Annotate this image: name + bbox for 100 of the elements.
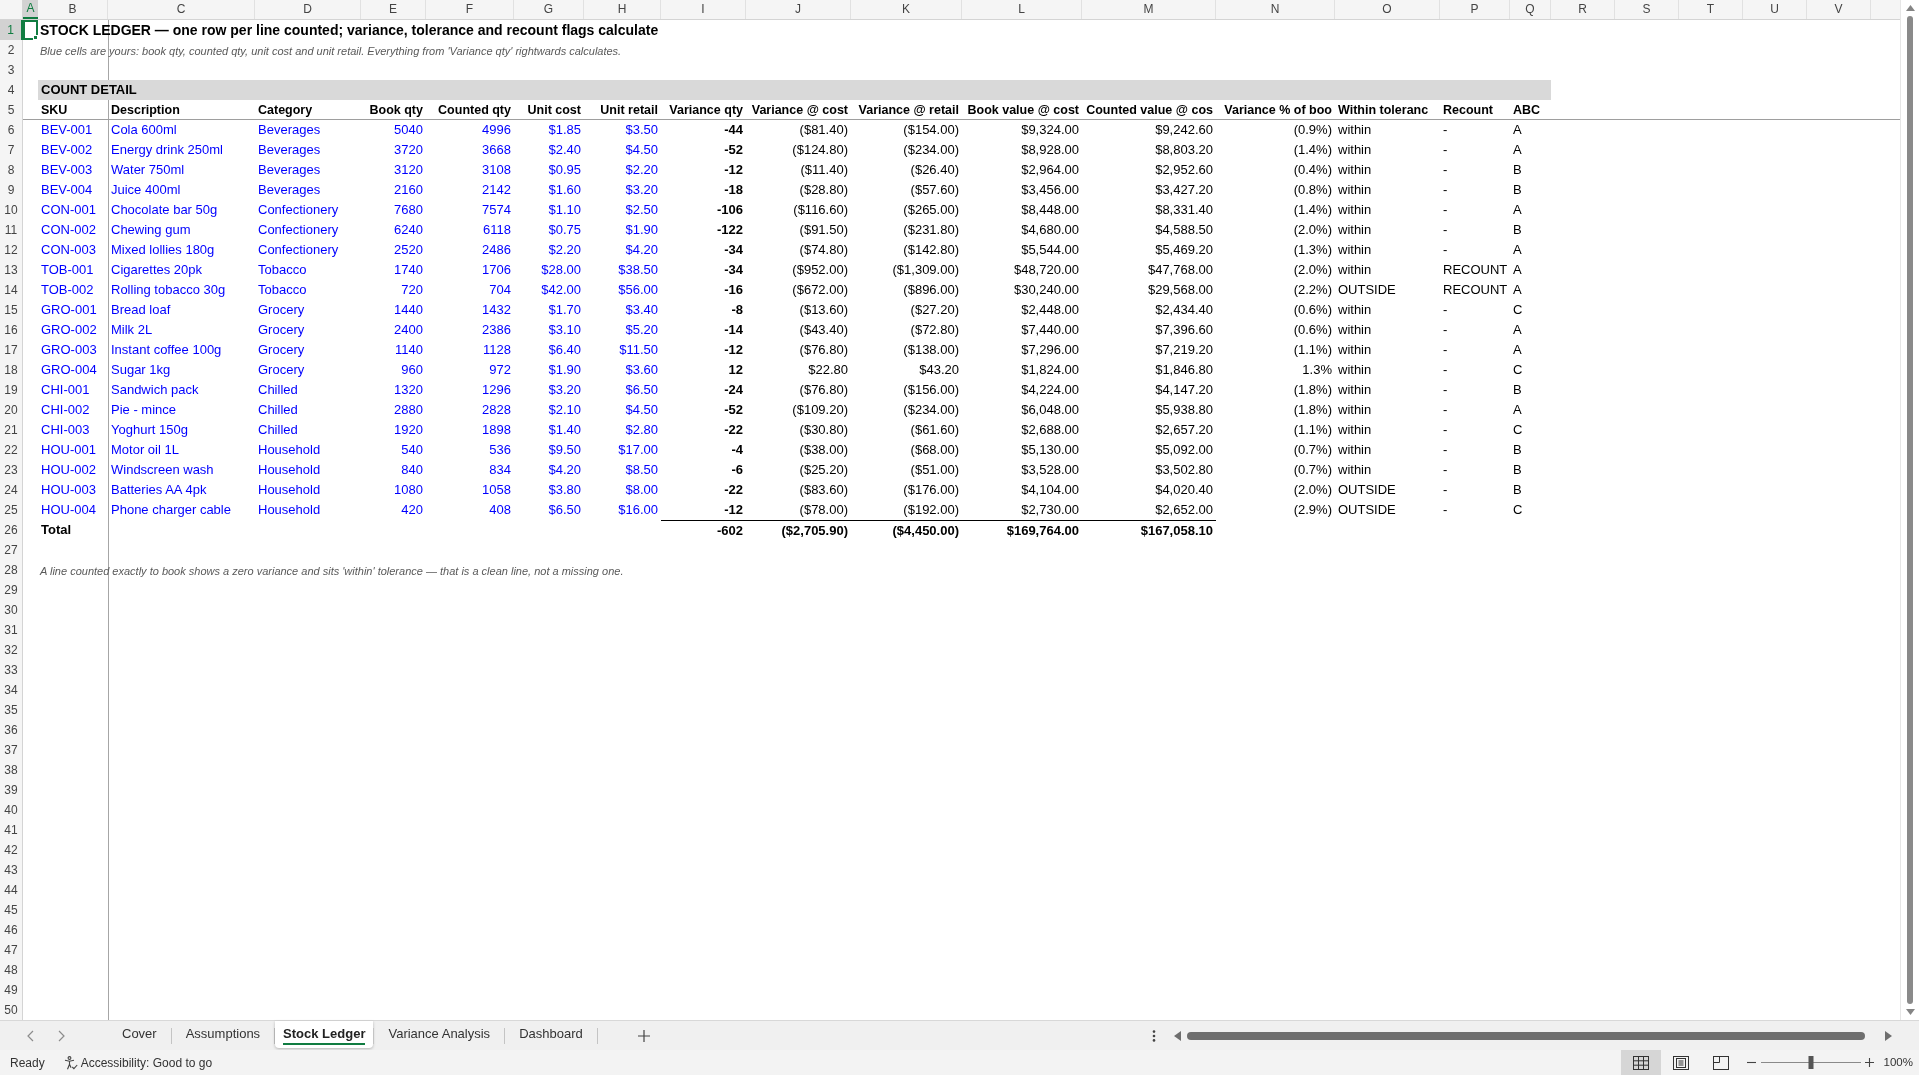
accessibility-button[interactable]: Accessibility: Good to go (63, 1053, 213, 1072)
chevron-left-icon[interactable] (27, 1029, 34, 1042)
sheet-tab[interactable]: Dashboard (505, 1021, 597, 1048)
row-number[interactable]: 37 (0, 740, 23, 760)
row-number[interactable]: 30 (0, 600, 23, 620)
cell-selection[interactable] (23, 20, 38, 40)
table-cell-text: 2486 (481, 241, 512, 259)
row-number[interactable]: 2 (0, 40, 23, 61)
column-letter[interactable]: R (1551, 0, 1615, 19)
row-number[interactable]: 32 (0, 640, 23, 660)
column-letter[interactable]: B (38, 0, 108, 19)
row-number[interactable]: 28 (0, 560, 23, 581)
table-cell-text: (1.1%) (1292, 341, 1333, 359)
column-letter[interactable]: U (1743, 0, 1807, 19)
row-number[interactable]: 22 (0, 440, 23, 460)
scroll-right-arrow-icon[interactable] (1885, 1030, 1892, 1041)
row-number[interactable]: 3 (0, 60, 23, 80)
scroll-left-arrow-icon[interactable] (1174, 1030, 1181, 1041)
column-letter[interactable]: F (426, 0, 514, 19)
row-number[interactable]: 18 (0, 360, 23, 380)
row-number[interactable]: 29 (0, 580, 23, 600)
row-number[interactable]: 33 (0, 660, 23, 680)
row-number[interactable]: 47 (0, 940, 23, 960)
row-number[interactable]: 41 (0, 820, 23, 840)
row-number[interactable]: 31 (0, 620, 23, 640)
row-number[interactable]: 5 (0, 100, 23, 120)
row-number[interactable]: 38 (0, 760, 23, 780)
column-letter[interactable]: T (1679, 0, 1743, 19)
column-letter[interactable]: N (1216, 0, 1335, 19)
row-number[interactable]: 23 (0, 460, 23, 480)
row-number[interactable]: 44 (0, 880, 23, 900)
column-letter[interactable]: G (514, 0, 584, 19)
column-letter[interactable]: Q (1510, 0, 1551, 19)
row-number[interactable]: 26 (0, 520, 23, 540)
row-number[interactable]: 39 (0, 780, 23, 800)
row-number[interactable]: 6 (0, 120, 23, 140)
row-number[interactable]: 48 (0, 960, 23, 980)
plus-icon[interactable] (1864, 1058, 1874, 1067)
row-number[interactable]: 10 (0, 200, 23, 220)
row-number[interactable]: 43 (0, 860, 23, 880)
vertical-dots-icon[interactable] (1152, 1029, 1156, 1042)
table-cell-text: Grocery (257, 301, 306, 319)
scroll-down-arrow-icon[interactable] (1905, 1009, 1915, 1015)
column-letter[interactable]: S (1615, 0, 1679, 19)
row-number[interactable]: 50 (0, 1000, 23, 1020)
column-letter[interactable]: L (962, 0, 1082, 19)
row-number[interactable]: 9 (0, 180, 23, 200)
row-number[interactable]: 14 (0, 280, 23, 300)
sheet-tab[interactable]: Assumptions (171, 1021, 275, 1048)
column-heading: Category (257, 102, 314, 119)
plus-icon[interactable] (637, 1030, 650, 1042)
row-number[interactable]: 8 (0, 160, 23, 180)
row-number[interactable]: 13 (0, 260, 23, 280)
column-letter[interactable]: E (361, 0, 426, 19)
column-letter[interactable]: O (1335, 0, 1440, 19)
table-cell-text: Instant coffee 100g (110, 341, 223, 359)
column-letter[interactable]: J (746, 0, 851, 19)
sheet-tab[interactable]: Stock Ledger (275, 1021, 374, 1048)
column-letter[interactable]: A (23, 0, 38, 19)
column-heading: Description (110, 102, 181, 119)
sheet-tab[interactable]: Cover (108, 1021, 171, 1048)
zoom-level[interactable]: 100% (1883, 1053, 1913, 1072)
normal-view-button[interactable] (1620, 1050, 1661, 1075)
scroll-up-arrow-icon[interactable] (1905, 5, 1915, 11)
column-letter[interactable]: V (1807, 0, 1871, 19)
row-number[interactable]: 24 (0, 480, 23, 500)
sheet-tab[interactable]: Variance Analysis (374, 1021, 505, 1048)
row-number[interactable]: 42 (0, 840, 23, 860)
column-letter[interactable]: P (1440, 0, 1510, 19)
row-number[interactable]: 19 (0, 380, 23, 400)
row-number[interactable]: 21 (0, 420, 23, 440)
column-letter[interactable]: I (661, 0, 746, 19)
column-letter[interactable]: K (851, 0, 962, 19)
row-number[interactable]: 25 (0, 500, 23, 520)
row-number[interactable]: 7 (0, 140, 23, 160)
column-letter[interactable]: D (255, 0, 361, 19)
row-number[interactable]: 49 (0, 980, 23, 1000)
scrollbar-thumb[interactable] (1907, 16, 1913, 1004)
row-number[interactable]: 4 (0, 80, 23, 100)
row-number[interactable]: 45 (0, 900, 23, 920)
table-cell-text: - (1442, 381, 1449, 399)
row-number[interactable]: 36 (0, 720, 23, 740)
row-number[interactable]: 17 (0, 340, 23, 360)
column-letter[interactable]: C (108, 0, 255, 19)
row-number[interactable]: 16 (0, 320, 23, 340)
table-cell-text: Batteries AA 4pk (110, 481, 208, 499)
row-number[interactable]: 27 (0, 540, 23, 560)
row-number[interactable]: 20 (0, 400, 23, 420)
row-number[interactable]: 46 (0, 920, 23, 940)
row-number[interactable]: 40 (0, 800, 23, 820)
column-letter[interactable]: H (584, 0, 661, 19)
row-number[interactable]: 34 (0, 680, 23, 700)
row-number[interactable]: 15 (0, 300, 23, 320)
row-number[interactable]: 12 (0, 240, 23, 260)
column-letter[interactable]: M (1082, 0, 1216, 19)
scrollbar-thumb[interactable] (1187, 1031, 1865, 1040)
slider-thumb[interactable] (1808, 1056, 1814, 1069)
row-number[interactable]: 35 (0, 700, 23, 720)
chevron-right-icon[interactable] (58, 1029, 65, 1042)
row-number[interactable]: 11 (0, 220, 23, 240)
